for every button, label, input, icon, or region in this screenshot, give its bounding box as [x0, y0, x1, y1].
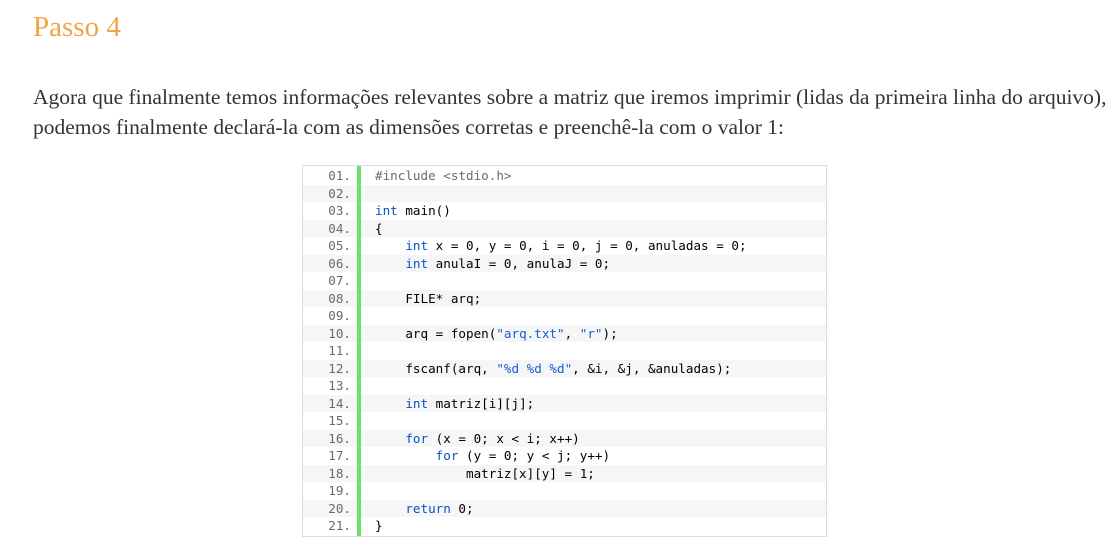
code-token: matriz[i][j];	[428, 395, 535, 411]
line-number: 14.	[328, 395, 351, 411]
code-line: 16. for (x = 0; x < i; x++)	[303, 429, 826, 448]
line-number: 16.	[328, 430, 351, 446]
code-line: 14. int matriz[i][j];	[303, 394, 826, 413]
line-number: 13.	[328, 378, 351, 393]
code-text: arq = fopen("arq.txt", "r");	[375, 325, 618, 343]
code-keyword: int	[405, 238, 429, 253]
code-token: (y = 0; y < j; y++)	[458, 448, 611, 463]
gutter-bar	[357, 166, 361, 536]
code-line: 02.	[303, 184, 826, 202]
line-number: 20.	[328, 500, 351, 516]
code-keyword: int	[375, 203, 398, 218]
code-text: for (x = 0; x < i; x++)	[375, 430, 580, 448]
code-line: 04. {	[303, 219, 826, 238]
line-number: 09.	[328, 308, 351, 323]
code-text: matriz[x][y] = 1;	[375, 465, 595, 483]
code-token: fscanf(arq,	[375, 360, 497, 376]
code-string: "r"	[579, 325, 603, 341]
code-keyword: return	[405, 500, 451, 516]
code-line: 08. FILE* arq;	[303, 289, 826, 308]
code-line: 15.	[303, 412, 826, 430]
description-paragraph: Agora que finalmente temos informações r…	[33, 85, 1107, 139]
code-preprocessor: #include <stdio.h>	[375, 168, 512, 183]
code-line: 03. int main()	[303, 202, 826, 220]
code-text: #include <stdio.h>	[375, 167, 511, 185]
code-line: 07.	[303, 272, 826, 290]
line-number: 18.	[328, 465, 351, 481]
code-line: 11.	[303, 342, 826, 360]
code-text: FILE* arq;	[375, 290, 481, 308]
line-number: 02.	[328, 185, 351, 201]
code-token: anulaI = 0, anulaJ = 0;	[428, 255, 611, 271]
code-text: for (y = 0; y < j; y++)	[375, 447, 610, 465]
line-number: 21.	[328, 518, 351, 533]
code-token: 0;	[450, 500, 474, 516]
line-number: 07.	[328, 273, 351, 288]
line-number: 19.	[328, 483, 351, 498]
code-keyword: for	[435, 448, 459, 463]
line-number: 12.	[328, 360, 351, 376]
code-line: 19.	[303, 482, 826, 500]
code-keyword: int	[405, 395, 429, 411]
line-number: 05.	[328, 238, 351, 253]
code-line: 09.	[303, 307, 826, 325]
code-line: 18. matriz[x][y] = 1;	[303, 464, 826, 483]
code-keyword: int	[405, 255, 429, 271]
code-text: int main()	[375, 202, 451, 220]
code-token: (x = 0; x < i; x++)	[428, 430, 580, 446]
code-block: 01. #include <stdio.h> 02. 03. int main() 04.…	[302, 165, 827, 537]
code-line: 20. return 0;	[303, 499, 826, 518]
code-line: 21.}	[303, 517, 826, 535]
line-number: 15.	[328, 413, 351, 428]
code-line: 10. arq = fopen("arq.txt", "r");	[303, 324, 826, 343]
code-text: {	[375, 220, 383, 238]
line-number: 08.	[328, 290, 351, 306]
code-token: main()	[397, 203, 451, 218]
code-token: );	[602, 325, 618, 341]
line-number: 06.	[328, 255, 351, 271]
code-string: "arq.txt"	[496, 325, 565, 341]
code-token: arq = fopen(	[375, 325, 497, 341]
code-token: }	[375, 518, 383, 533]
code-text: int x = 0, y = 0, i = 0, j = 0, anuladas…	[375, 237, 747, 255]
code-line: 17. for (y = 0; y < j; y++)	[303, 447, 826, 465]
line-number: 10.	[328, 325, 351, 341]
line-number: 11.	[328, 343, 351, 358]
code-line: 01. #include <stdio.h>	[303, 167, 826, 185]
line-number: 01.	[328, 168, 351, 183]
line-number: 04.	[328, 220, 351, 236]
line-number: 03.	[328, 203, 351, 218]
code-line: 05. int x = 0, y = 0, i = 0, j = 0, anul…	[303, 237, 826, 255]
code-line: 12. fscanf(arq, "%d %d %d", &i, &j, &anu…	[303, 359, 826, 378]
code-text: }	[375, 517, 383, 535]
code-token: {	[375, 220, 383, 236]
code-text: int anulaI = 0, anulaJ = 0;	[375, 255, 610, 273]
code-keyword: for	[405, 430, 429, 446]
code-token: FILE* arq;	[375, 290, 482, 306]
code-string: "%d %d %d"	[496, 360, 573, 376]
code-line: 13.	[303, 377, 826, 395]
line-number: 17.	[328, 448, 351, 463]
section-heading: Passo 4	[33, 11, 121, 43]
code-line: 06. int anulaI = 0, anulaJ = 0;	[303, 254, 826, 273]
code-token: matriz[x][y] = 1;	[375, 465, 595, 481]
code-text: fscanf(arq, "%d %d %d", &i, &j, &anulada…	[375, 360, 731, 378]
code-token: , &i, &j, &anuladas);	[572, 360, 732, 376]
code-text: return 0;	[375, 500, 474, 518]
code-token: x = 0, y = 0, i = 0, j = 0, anuladas = 0…	[428, 238, 747, 253]
code-token: ,	[564, 325, 580, 341]
code-text: int matriz[i][j];	[375, 395, 534, 413]
